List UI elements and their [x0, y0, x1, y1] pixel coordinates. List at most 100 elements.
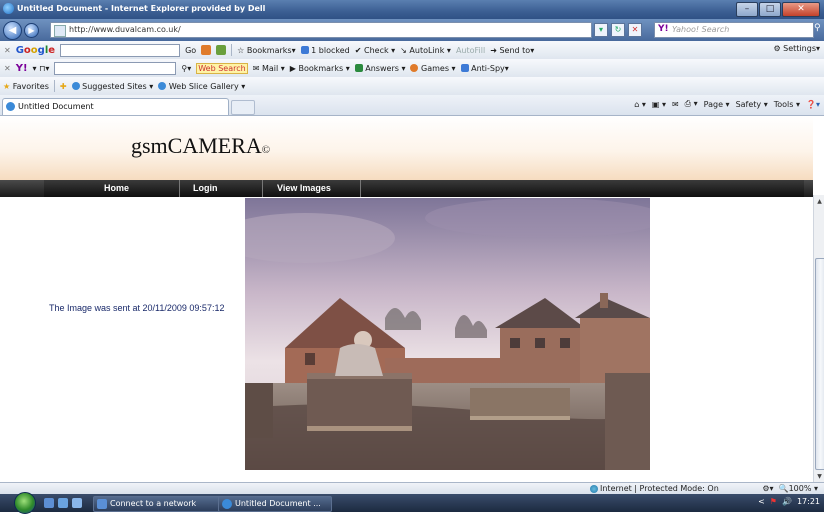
suggested-sites-button[interactable]: Suggested Sites ▾ [71, 81, 153, 91]
quicklaunch-folder-icon[interactable] [58, 498, 68, 508]
web-slice-gallery-button[interactable]: Web Slice Gallery ▾ [158, 82, 245, 91]
check-label: Check [363, 45, 389, 55]
games-label: Games [421, 63, 449, 73]
address-row: ◀ ▶ http://www.duvalcam.co.uk/ ▾ ↻ ✕ Y! … [0, 19, 824, 41]
search-icon[interactable]: ⚲ [814, 23, 821, 33]
blocked-label: 1 blocked [311, 45, 350, 55]
address-url[interactable]: http://www.duvalcam.co.uk/ [69, 25, 181, 34]
google-search-input[interactable] [60, 43, 181, 57]
globe-icon [590, 484, 598, 493]
zoom-level: 100% [788, 484, 812, 493]
yahoo-logo[interactable]: Y! [16, 63, 28, 74]
go-button[interactable]: Go [185, 46, 196, 55]
taskbar-item-label: Untitled Document ... [235, 499, 321, 508]
quicklaunch-ie-icon[interactable] [44, 498, 54, 508]
quicklaunch-desktop-icon[interactable] [72, 498, 82, 508]
scroll-up-icon[interactable]: ▲ [815, 197, 824, 206]
nav-login[interactable]: Login [193, 183, 218, 193]
anti-spy-button[interactable]: Anti-Spy▾ [460, 63, 509, 73]
send-to-button[interactable]: ➜ Send to▾ [490, 46, 534, 55]
nav-home[interactable]: Home [104, 183, 129, 193]
close-button[interactable]: ✕ [782, 2, 820, 17]
yahoo-toolbar: ✕ Y! ▾ ⊓▾ ⚲▾ Web Search ✉ Mail ▾ ▶ Bookm… [0, 59, 824, 78]
mail-label: Mail [261, 63, 279, 73]
search-input[interactable]: Y! Yahoo! Search [654, 22, 814, 38]
settings-button[interactable]: ⚙ Settings▾ [773, 44, 820, 53]
scrollbar-thumb[interactable] [815, 258, 824, 470]
page-icon [54, 25, 66, 37]
address-bar[interactable]: http://www.duvalcam.co.uk/ [50, 22, 592, 38]
tray-arrow-icon[interactable]: < [758, 497, 765, 506]
network-icon[interactable]: ⚑ [770, 497, 777, 506]
print-icon[interactable]: ⎙ ▾ [685, 99, 698, 109]
gadget-icon[interactable] [216, 45, 227, 55]
site-logo-text: gsmCAMERA [131, 133, 262, 158]
page-menu-label: Page [703, 99, 724, 109]
yahoo-search-input[interactable] [54, 61, 177, 75]
mail-button[interactable]: ✉ Mail ▾ [253, 64, 285, 73]
safety-menu[interactable]: Safety ▾ [736, 100, 768, 109]
ie-icon [3, 3, 14, 14]
security-zone[interactable]: Internet | Protected Mode: On [590, 484, 719, 493]
forward-icon[interactable]: ▶ [24, 23, 39, 38]
taskbar-item-connect-network[interactable]: Connect to a network [93, 496, 228, 512]
tab-row: Untitled Document ⌂ ▾ ▣ ▾ ✉ ⎙ ▾ Page ▾ S… [0, 95, 824, 116]
volume-icon[interactable]: 🔊 [782, 497, 792, 506]
start-icon[interactable] [14, 492, 36, 514]
back-icon[interactable]: ◀ [3, 21, 22, 40]
tab-label: Untitled Document [18, 102, 94, 111]
anti-spy-label: Anti-Spy [471, 63, 505, 73]
taskbar-item-untitled-document[interactable]: Untitled Document ... [218, 496, 332, 512]
camera-image [245, 198, 650, 470]
web-search-button[interactable]: Web Search [196, 62, 248, 74]
nav-view-images[interactable]: View Images [277, 183, 331, 193]
web-slice-gallery-label: Web Slice Gallery [168, 81, 239, 91]
help-icon[interactable]: ❓▾ [806, 100, 820, 109]
favorites-bar: ★ Favorites ✚ Suggested Sites ▾ Web Slic… [0, 77, 824, 96]
bookmarks-button[interactable]: ☆ Bookmarks▾ [237, 46, 295, 55]
compatibility-icon[interactable]: ▾ [594, 23, 608, 37]
mail-icon[interactable]: ✉ [672, 100, 679, 109]
zoom-control[interactable]: ⚙▾ 🔍100% ▾ [762, 484, 818, 493]
pagerank-icon [201, 45, 212, 55]
send-to-label: Send to [499, 45, 531, 55]
ie-icon [6, 102, 15, 111]
clock[interactable]: 17:21 [797, 497, 820, 506]
yahoo-icon: Y! [658, 24, 669, 34]
add-favorite-icon[interactable]: ✚ [60, 82, 67, 91]
site-nav: Home Login View Images [0, 180, 813, 197]
yahoo-bookmarks-button[interactable]: ▶ Bookmarks ▾ [290, 64, 350, 73]
scroll-down-icon[interactable]: ▼ [815, 472, 824, 481]
close-toolbar-icon[interactable]: ✕ [4, 46, 11, 55]
search-options-icon[interactable]: ⚲▾ [181, 64, 191, 73]
image-sent-text: The Image was sent at 20/11/2009 09:57:1… [49, 303, 225, 313]
autolink-label: AutoLink [409, 45, 445, 55]
favorites-button[interactable]: ★ Favorites [3, 82, 49, 91]
stop-icon[interactable]: ✕ [628, 23, 642, 37]
pin-icon[interactable]: ▾ ⊓▾ [33, 64, 50, 73]
popup-blocker-button[interactable]: 1 blocked [300, 45, 350, 55]
tab-untitled-document[interactable]: Untitled Document [2, 98, 229, 115]
home-icon[interactable]: ⌂ ▾ [634, 100, 646, 109]
tools-menu[interactable]: Tools ▾ [774, 100, 800, 109]
window-title: Untitled Document - Internet Explorer pr… [17, 4, 266, 13]
window-title-bar: Untitled Document - Internet Explorer pr… [0, 0, 824, 19]
refresh-icon[interactable]: ↻ [611, 23, 625, 37]
security-zone-label: Internet | Protected Mode: On [600, 484, 719, 493]
minimize-button[interactable]: – [736, 2, 758, 17]
yahoo-bookmarks-label: Bookmarks [298, 63, 344, 73]
autofill-button[interactable]: AutoFill [456, 46, 485, 55]
search-placeholder: Yahoo! Search [672, 25, 730, 34]
feeds-icon[interactable]: ▣ ▾ [652, 100, 666, 109]
answers-button[interactable]: Answers ▾ [354, 64, 405, 73]
vertical-scrollbar[interactable]: ▲ ▼ [813, 195, 824, 483]
new-tab-button[interactable] [231, 100, 255, 115]
check-button[interactable]: ✔ Check ▾ [355, 46, 395, 55]
close-toolbar-icon[interactable]: ✕ [4, 64, 11, 73]
suggested-sites-label: Suggested Sites [82, 81, 147, 91]
maximize-button[interactable]: □ [759, 2, 781, 17]
autolink-button[interactable]: ↘ AutoLink ▾ [400, 46, 451, 55]
page-menu[interactable]: Page ▾ [704, 100, 730, 109]
page-content: gsmCAMERA© Home Login View Images The Im… [0, 116, 813, 482]
games-button[interactable]: Games ▾ [410, 63, 456, 73]
